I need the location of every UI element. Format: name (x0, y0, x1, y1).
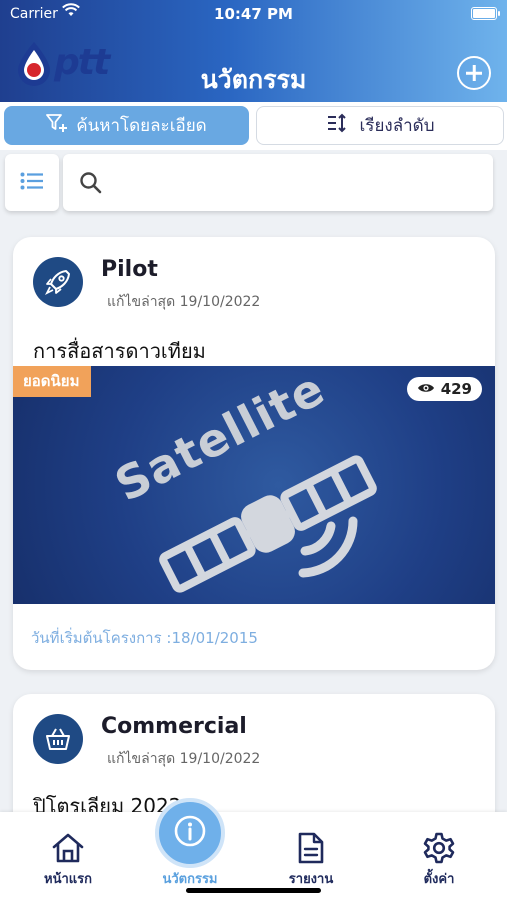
rocket-icon (33, 257, 83, 307)
sort-button[interactable]: เรียงลำดับ (256, 106, 504, 145)
card-project-name: การสื่อสารดาวเทียม (33, 339, 206, 363)
card-updated-date: แก้ไขล่าสุด 19/10/2022 (107, 751, 261, 767)
app-header: Carrier 10:47 PM ptt นวัตกรรม (0, 0, 507, 102)
nav-home-label: หน้าแรก (44, 872, 92, 887)
list-view-button[interactable] (5, 154, 59, 211)
nav-innovation-bubble (155, 798, 225, 868)
innovation-card[interactable]: Pilot แก้ไขล่าสุด 19/10/2022 การสื่อสารด… (13, 237, 495, 670)
status-bar: Carrier 10:47 PM (0, 0, 507, 28)
satellite-icon (159, 455, 377, 593)
home-icon (13, 828, 123, 868)
nav-report[interactable]: รายงาน (256, 828, 366, 889)
nav-home[interactable]: หน้าแรก (13, 828, 123, 889)
filter-add-icon (46, 113, 68, 138)
bottom-navigation: หน้าแรก นวัตกรรม รายงาน ตั้งค่า (0, 798, 507, 900)
advanced-search-button[interactable]: ค้นหาโดยละเอียด (4, 106, 249, 145)
card-image: ยอดนิยม 429 Satellite (13, 366, 495, 604)
add-innovation-button[interactable] (457, 56, 491, 90)
clock: 10:47 PM (214, 5, 293, 23)
nav-settings-label: ตั้งค่า (423, 872, 455, 887)
list-icon (20, 172, 44, 194)
page-title: นวัตกรรม (200, 65, 307, 94)
sort-icon (326, 113, 350, 138)
info-icon (173, 814, 207, 852)
advanced-search-label: ค้นหาโดยละเอียด (76, 116, 207, 136)
gear-icon (384, 828, 494, 868)
home-indicator (186, 888, 321, 893)
search-bar (63, 154, 493, 211)
sort-label: เรียงลำดับ (359, 116, 435, 136)
nav-settings[interactable]: ตั้งค่า (384, 828, 494, 889)
basket-icon (33, 714, 83, 764)
nav-innovation-label: นวัตกรรม (162, 872, 218, 887)
project-start-date: วันที่เริ่มต้นโครงการ :18/01/2015 (31, 629, 258, 647)
search-input[interactable] (113, 164, 473, 200)
card-updated-date: แก้ไขล่าสุด 19/10/2022 (107, 294, 261, 310)
battery-icon (471, 7, 500, 20)
filter-sort-bar: ค้นหาโดยละเอียด เรียงลำดับ (0, 102, 507, 150)
nav-report-label: รายงาน (288, 872, 334, 887)
card-stage: Pilot (101, 257, 158, 282)
search-icon (79, 171, 103, 199)
document-icon (256, 828, 366, 868)
card-stage: Commercial (101, 714, 247, 739)
